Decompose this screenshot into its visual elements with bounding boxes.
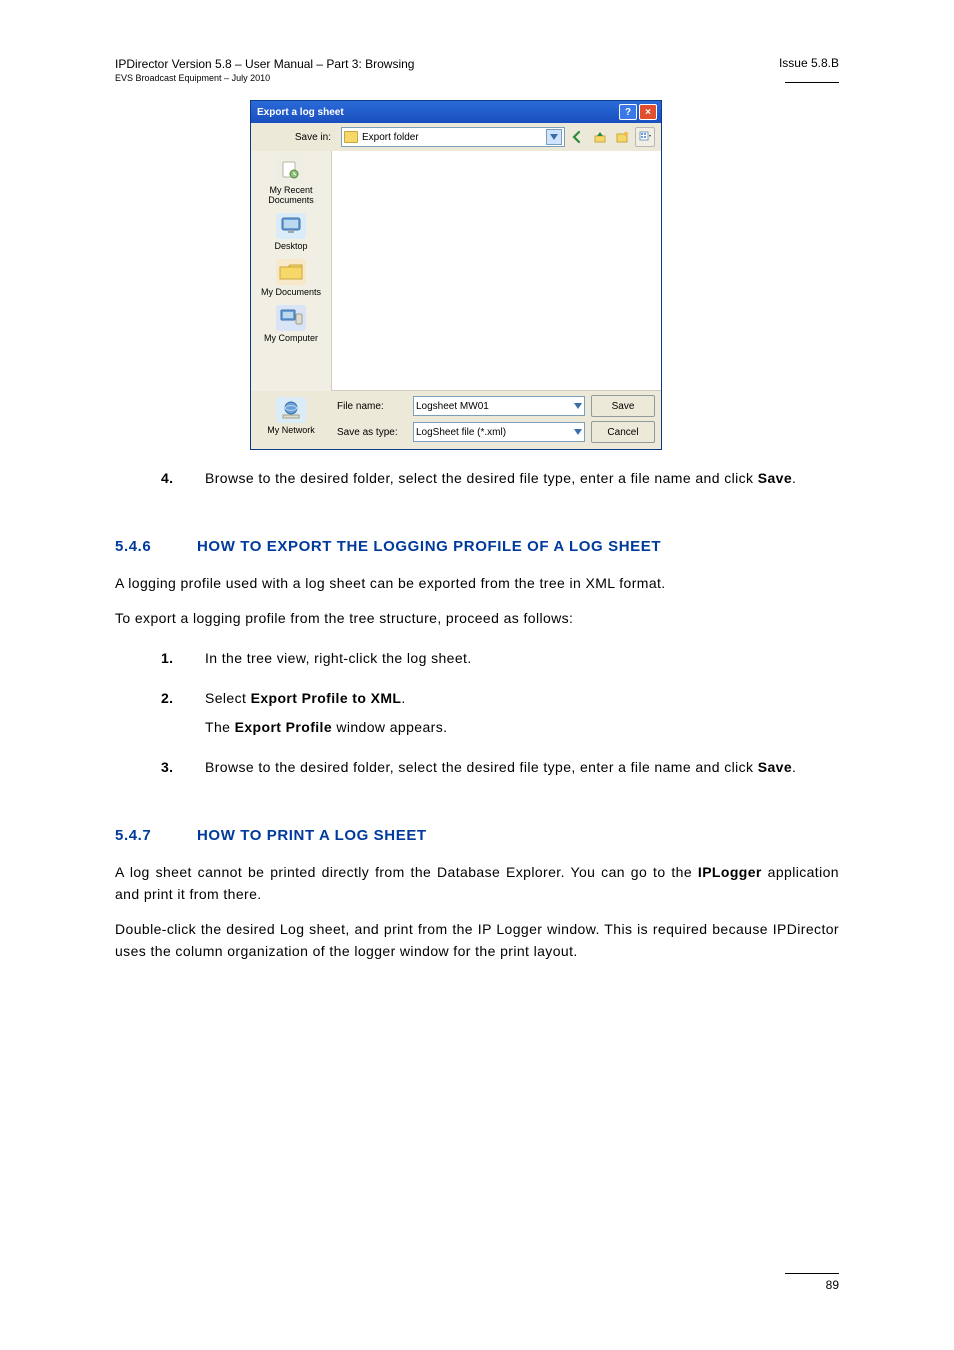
dialog-toolbar: Save in: Export folder xyxy=(251,123,661,151)
step-number: 2. xyxy=(161,688,173,710)
step-4-text-c: . xyxy=(792,470,796,486)
step-3: 3. Browse to the desired folder, select … xyxy=(205,757,839,779)
step-2a: Select xyxy=(205,690,251,706)
help-button[interactable]: ? xyxy=(619,104,637,120)
step-2f: window appears. xyxy=(332,719,447,735)
up-one-level-icon[interactable] xyxy=(591,128,609,146)
step-2e: Export Profile xyxy=(235,719,332,735)
step-number: 1. xyxy=(161,648,173,670)
save-button[interactable]: Save xyxy=(591,395,655,417)
place-network[interactable]: My Network xyxy=(251,395,331,443)
step-3b: Save xyxy=(758,759,792,775)
place-recent-label: My Recent Documents xyxy=(255,185,327,205)
export-logsheet-dialog: Export a log sheet ? × Save in: Export f… xyxy=(250,100,662,450)
places-bar: My Recent Documents Desktop My Documents… xyxy=(251,151,332,391)
place-network-label: My Network xyxy=(267,425,315,435)
section-546: 5.4.6 HOW TO EXPORT THE LOGGING PROFILE … xyxy=(115,538,839,555)
place-computer[interactable]: My Computer xyxy=(255,305,327,343)
savein-combo[interactable]: Export folder xyxy=(341,127,565,147)
section-title: HOW TO EXPORT THE LOGGING PROFILE OF A L… xyxy=(197,538,661,555)
chevron-down-icon[interactable] xyxy=(546,129,562,145)
desktop-icon xyxy=(276,213,306,239)
place-documents[interactable]: My Documents xyxy=(255,259,327,297)
step-1: 1. In the tree view, right-click the log… xyxy=(205,648,839,670)
header-title: IPDirector Version 5.8 – User Manual – P… xyxy=(115,56,414,72)
place-desktop-label: Desktop xyxy=(255,241,327,251)
step-2: 2. Select Export Profile to XML. xyxy=(205,688,839,710)
header-left: IPDirector Version 5.8 – User Manual – P… xyxy=(115,56,414,84)
para-profile-steps: To export a logging profile from the tre… xyxy=(115,608,839,630)
section-title: HOW TO PRINT A LOG SHEET xyxy=(197,827,427,844)
file-list-area[interactable] xyxy=(332,151,661,391)
new-folder-icon[interactable] xyxy=(613,128,631,146)
step-number: 3. xyxy=(161,757,173,779)
dialog-title: Export a log sheet xyxy=(257,107,617,118)
close-button[interactable]: × xyxy=(639,104,657,120)
cancel-button[interactable]: Cancel xyxy=(591,421,655,443)
recent-documents-icon xyxy=(276,157,306,183)
filename-field[interactable]: Logsheet MW01 xyxy=(413,396,585,416)
dialog-titlebar: Export a log sheet ? × xyxy=(251,101,661,123)
step-2b: Export Profile to XML xyxy=(251,690,402,706)
chevron-down-icon[interactable] xyxy=(574,427,582,438)
step-3a: Browse to the desired folder, select the… xyxy=(205,759,758,775)
savetype-value: LogSheet file (*.xml) xyxy=(416,427,506,438)
section-547: 5.4.7 HOW TO PRINT A LOG SHEET xyxy=(115,827,839,844)
step-1-text: In the tree view, right-click the log sh… xyxy=(205,650,472,666)
place-computer-label: My Computer xyxy=(255,333,327,343)
section-number: 5.4.7 xyxy=(115,827,183,844)
para-profile-intro: A logging profile used with a log sheet … xyxy=(115,573,839,595)
place-recent[interactable]: My Recent Documents xyxy=(255,157,327,205)
savein-value: Export folder xyxy=(362,132,419,143)
step-number: 4. xyxy=(161,468,173,490)
page-number: 89 xyxy=(826,1278,839,1292)
section-number: 5.4.6 xyxy=(115,538,183,555)
para-print-2: Double-click the desired Log sheet, and … xyxy=(115,919,839,962)
documents-icon xyxy=(276,259,306,285)
step-3c: . xyxy=(792,759,796,775)
savetype-field[interactable]: LogSheet file (*.xml) xyxy=(413,422,585,442)
computer-icon xyxy=(276,305,306,331)
place-desktop[interactable]: Desktop xyxy=(255,213,327,251)
filename-label: File name: xyxy=(337,401,407,412)
chevron-down-icon[interactable] xyxy=(574,401,582,412)
step-4-save: Save xyxy=(758,470,792,486)
step-2d: The xyxy=(205,719,235,735)
para-print-1: A log sheet cannot be printed directly f… xyxy=(115,862,839,905)
p4a: A log sheet cannot be printed directly f… xyxy=(115,864,698,880)
step-4-text-a: Browse to the desired folder, select the… xyxy=(205,470,758,486)
savetype-label: Save as type: xyxy=(337,427,407,438)
header-sub: EVS Broadcast Equipment – July 2010 xyxy=(115,72,414,84)
views-menu-icon[interactable] xyxy=(635,127,655,147)
savein-label: Save in: xyxy=(257,132,337,143)
back-icon[interactable] xyxy=(569,128,587,146)
network-icon xyxy=(276,397,306,423)
footer-rule xyxy=(785,1273,839,1274)
place-documents-label: My Documents xyxy=(255,287,327,297)
step-4: 4. Browse to the desired folder, select … xyxy=(205,468,839,490)
p4b: IPLogger xyxy=(698,864,762,880)
step-2-sub: The Export Profile window appears. xyxy=(205,717,839,739)
step-2c: . xyxy=(401,690,405,706)
header-rule xyxy=(785,82,839,83)
filename-value: Logsheet MW01 xyxy=(416,401,489,412)
folder-icon xyxy=(344,131,358,143)
header-issue: Issue 5.8.B xyxy=(779,56,839,70)
